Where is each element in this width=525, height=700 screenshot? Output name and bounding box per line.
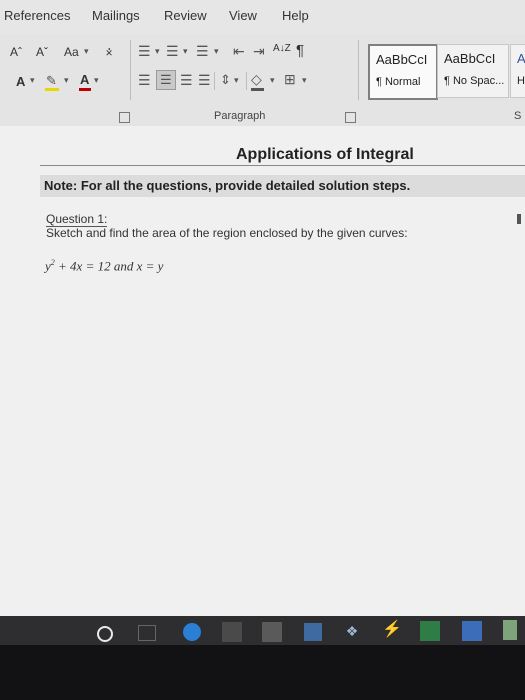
title-rule <box>40 165 525 166</box>
line-spacing-icon[interactable]: ⇕ <box>220 72 231 88</box>
borders-icon[interactable]: ⊞ <box>284 71 296 88</box>
sort-button[interactable]: A↓Z <box>273 44 291 54</box>
document-title: Applications of Integral <box>236 146 414 163</box>
font-color-swatch <box>79 88 91 91</box>
paragraph-dialog-launcher-icon[interactable] <box>345 112 356 123</box>
tab-review[interactable]: Review <box>164 8 207 23</box>
file-explorer-icon[interactable] <box>262 622 282 642</box>
tab-references[interactable]: References <box>4 8 70 23</box>
tab-mailings[interactable]: Mailings <box>92 8 140 23</box>
multilevel-list-icon[interactable]: ☰ <box>196 43 209 60</box>
decrease-indent-icon[interactable]: ⇤ <box>233 43 245 60</box>
separator <box>214 72 215 90</box>
style-no-spacing[interactable]: AaBbCcI ¶ No Spac... <box>437 44 509 98</box>
align-center-button[interactable]: ☰ <box>156 70 176 90</box>
font-dialog-launcher-icon[interactable] <box>119 112 130 123</box>
chevron-down-icon[interactable]: ▾ <box>183 46 188 57</box>
justify-icon[interactable]: ☰ <box>198 72 211 89</box>
styles-group-label: S <box>514 110 522 122</box>
question-text: Sketch and find the area of the region e… <box>46 226 408 240</box>
style-name: He <box>517 75 525 87</box>
note-banner: Note: For all the questions, provide det… <box>40 175 525 197</box>
increase-indent-icon[interactable]: ⇥ <box>253 43 265 60</box>
style-normal[interactable]: AaBbCcI ¶ Normal <box>368 44 438 100</box>
align-right-icon[interactable]: ☰ <box>180 72 193 89</box>
paragraph-group-label: Paragraph <box>214 110 266 122</box>
shrink-font-button[interactable]: Aˇ <box>36 45 48 59</box>
question-label: Question 1: <box>46 212 108 227</box>
style-sample: AaBbCcI <box>444 51 496 66</box>
numbering-icon[interactable]: ☰ <box>166 43 179 60</box>
change-case-button[interactable]: Aa <box>64 45 79 59</box>
cortana-circle-icon[interactable] <box>97 626 113 642</box>
chevron-down-icon[interactable]: ▾ <box>30 75 35 86</box>
grow-font-button[interactable]: Aˆ <box>10 45 22 59</box>
chevron-down-icon[interactable]: ▾ <box>234 75 239 86</box>
chevron-down-icon[interactable]: ▾ <box>155 46 160 57</box>
document-page[interactable] <box>0 126 525 616</box>
style-name: ¶ No Spac... <box>444 75 505 87</box>
text-effects-icon[interactable]: A <box>16 74 25 89</box>
highlight-color-swatch <box>45 88 59 91</box>
align-left-icon[interactable]: ☰ <box>138 72 151 89</box>
excel-icon[interactable] <box>420 621 440 641</box>
more-icon[interactable] <box>503 620 517 640</box>
style-sample: Ac <box>517 51 525 66</box>
chevron-down-icon[interactable]: ▾ <box>214 46 219 57</box>
chevron-down-icon[interactable]: ▾ <box>84 46 89 57</box>
lightning-icon[interactable]: ⚡ <box>382 620 402 640</box>
monitor-bezel <box>0 645 525 700</box>
dropbox-icon[interactable]: ❖ <box>343 622 361 640</box>
ribbon-tab-bar: References Mailings Review View Help <box>0 0 525 34</box>
show-formatting-button[interactable]: ¶ <box>296 42 304 59</box>
chevron-down-icon[interactable]: ▾ <box>302 75 307 86</box>
style-heading[interactable]: Ac He <box>510 44 525 98</box>
chevron-down-icon[interactable]: ▾ <box>270 75 275 86</box>
equation-rest: + 4x = 12 and x = y <box>54 258 164 274</box>
chevron-down-icon[interactable]: ▾ <box>94 75 99 86</box>
style-name: ¶ Normal <box>376 76 421 88</box>
edge-icon[interactable] <box>183 623 201 641</box>
page-edge-mark <box>517 214 521 224</box>
clear-formatting-icon[interactable]: ⨰ <box>105 43 113 60</box>
mail-icon[interactable] <box>304 623 322 641</box>
bullets-icon[interactable]: ☰ <box>138 43 151 60</box>
separator <box>246 72 247 90</box>
shading-icon[interactable]: ◇ <box>251 71 262 88</box>
align-center-icon: ☰ <box>160 72 172 87</box>
store-icon[interactable] <box>222 622 242 642</box>
word-window: References Mailings Review View Help Aˆ … <box>0 0 525 700</box>
tab-help[interactable]: Help <box>282 8 309 23</box>
font-color-button[interactable]: A <box>80 72 89 87</box>
task-view-icon[interactable] <box>138 625 156 641</box>
tab-view[interactable]: View <box>229 8 257 23</box>
word-icon[interactable] <box>462 621 482 641</box>
ribbon-home: Aˆ Aˇ Aa ▾ ⨰ A ▾ ✎ ▾ A ▾ ☰ ▾ ☰ ▾ ☰ ▾ ⇤ ⇥… <box>0 34 525 127</box>
shading-color-swatch <box>251 88 264 91</box>
group-separator <box>358 40 359 100</box>
style-sample: AaBbCcI <box>376 52 428 67</box>
chevron-down-icon[interactable]: ▾ <box>64 75 69 86</box>
equation: y2 + 4x = 12 and x = y <box>45 258 163 274</box>
highlighter-icon[interactable]: ✎ <box>46 73 57 89</box>
group-separator <box>130 40 131 100</box>
